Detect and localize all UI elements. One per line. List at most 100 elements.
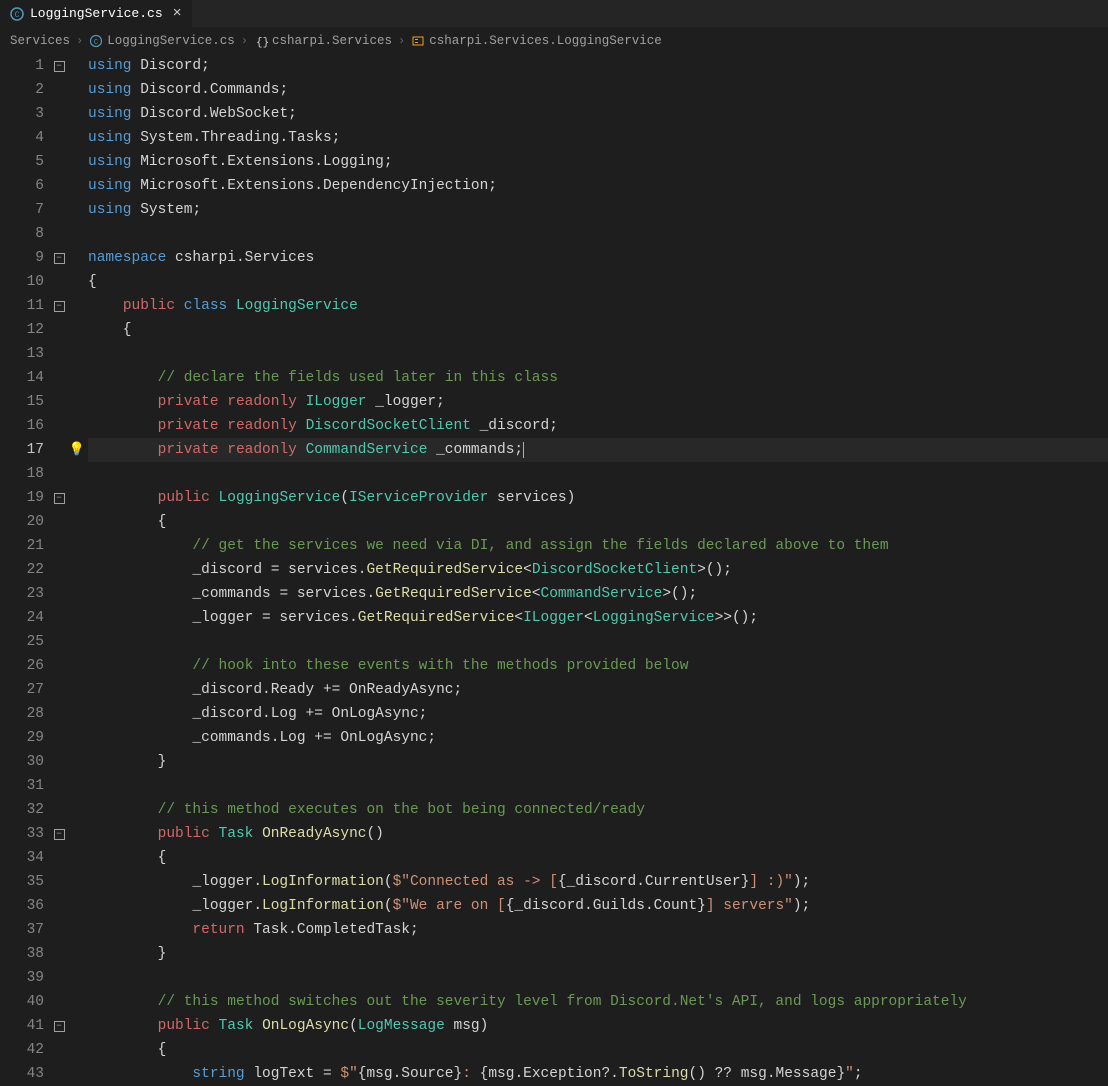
lightbulb-icon[interactable]: 💡 <box>69 438 85 462</box>
code-line[interactable]: string logText = $"{msg.Source}: {msg.Ex… <box>88 1062 1108 1086</box>
line-number: 16 <box>0 414 46 438</box>
breadcrumb-item[interactable]: Services <box>10 34 70 48</box>
code-line[interactable]: _commands = services.GetRequiredService<… <box>88 582 1108 606</box>
hint-cell <box>66 54 88 78</box>
code-line[interactable]: public LoggingService(IServiceProvider s… <box>88 486 1108 510</box>
fold-cell: − <box>52 486 66 510</box>
fold-toggle-icon[interactable]: − <box>54 301 65 312</box>
tab-filename: LoggingService.cs <box>30 6 163 21</box>
code-line[interactable]: { <box>88 510 1108 534</box>
line-number: 20 <box>0 510 46 534</box>
fold-cell: − <box>52 246 66 270</box>
code-line[interactable] <box>88 462 1108 486</box>
code-line[interactable]: public class LoggingService <box>88 294 1108 318</box>
code-line[interactable]: // this method executes on the bot being… <box>88 798 1108 822</box>
code-line[interactable]: } <box>88 750 1108 774</box>
code-line[interactable]: return Task.CompletedTask; <box>88 918 1108 942</box>
editor-area[interactable]: 1234567891011121314151617181920212223242… <box>0 54 1108 1086</box>
fold-cell <box>52 102 66 126</box>
code-content[interactable]: using Discord;using Discord.Commands;usi… <box>88 54 1108 1086</box>
fold-toggle-icon[interactable]: − <box>54 61 65 72</box>
code-line[interactable]: private readonly CommandService _command… <box>88 438 1108 462</box>
code-line[interactable]: { <box>88 1038 1108 1062</box>
csharp-file-icon: C <box>10 7 24 21</box>
fold-toggle-icon[interactable]: − <box>54 829 65 840</box>
code-line[interactable]: { <box>88 270 1108 294</box>
line-number: 15 <box>0 390 46 414</box>
code-line[interactable] <box>88 774 1108 798</box>
hint-cell <box>66 894 88 918</box>
code-line[interactable]: using Discord.Commands; <box>88 78 1108 102</box>
code-line[interactable]: _logger.LogInformation($"We are on [{_di… <box>88 894 1108 918</box>
code-line[interactable]: using System; <box>88 198 1108 222</box>
code-line[interactable] <box>88 630 1108 654</box>
code-line[interactable]: _discord.Log += OnLogAsync; <box>88 702 1108 726</box>
chevron-right-icon: › <box>398 34 405 48</box>
fold-cell <box>52 846 66 870</box>
fold-cell <box>52 918 66 942</box>
fold-cell <box>52 126 66 150</box>
code-line[interactable]: { <box>88 318 1108 342</box>
fold-toggle-icon[interactable]: − <box>54 493 65 504</box>
code-line[interactable]: using System.Threading.Tasks; <box>88 126 1108 150</box>
code-line[interactable]: _discord.Ready += OnReadyAsync; <box>88 678 1108 702</box>
code-line[interactable]: using Microsoft.Extensions.Logging; <box>88 150 1108 174</box>
hint-cell <box>66 1062 88 1086</box>
code-line[interactable]: } <box>88 942 1108 966</box>
hint-cell <box>66 390 88 414</box>
breadcrumb-item[interactable]: C LoggingService.cs <box>89 34 235 48</box>
line-number: 3 <box>0 102 46 126</box>
fold-toggle-icon[interactable]: − <box>54 1021 65 1032</box>
code-line[interactable]: { <box>88 846 1108 870</box>
line-number: 19 <box>0 486 46 510</box>
fold-toggle-icon[interactable]: − <box>54 253 65 264</box>
code-line[interactable]: using Microsoft.Extensions.DependencyInj… <box>88 174 1108 198</box>
fold-cell <box>52 678 66 702</box>
code-line[interactable]: // declare the fields used later in this… <box>88 366 1108 390</box>
hint-cell <box>66 486 88 510</box>
code-line[interactable]: public Task OnReadyAsync() <box>88 822 1108 846</box>
hint-cell: 💡 <box>66 438 88 462</box>
code-line[interactable]: _logger = services.GetRequiredService<IL… <box>88 606 1108 630</box>
file-tab[interactable]: C LoggingService.cs × <box>0 0 192 28</box>
code-line[interactable]: _commands.Log += OnLogAsync; <box>88 726 1108 750</box>
svg-text:C: C <box>94 39 98 47</box>
fold-cell <box>52 990 66 1014</box>
line-number: 7 <box>0 198 46 222</box>
line-number: 43 <box>0 1062 46 1086</box>
hint-cell <box>66 822 88 846</box>
code-line[interactable]: using Discord; <box>88 54 1108 78</box>
code-line[interactable] <box>88 966 1108 990</box>
breadcrumb-item[interactable]: {} csharpi.Services <box>254 34 392 48</box>
tab-bar: C LoggingService.cs × <box>0 0 1108 28</box>
code-line[interactable] <box>88 342 1108 366</box>
namespace-icon: {} <box>254 34 268 48</box>
line-number: 14 <box>0 366 46 390</box>
code-line[interactable]: private readonly ILogger _logger; <box>88 390 1108 414</box>
code-line[interactable]: _discord = services.GetRequiredService<D… <box>88 558 1108 582</box>
fold-cell: − <box>52 1014 66 1038</box>
code-line[interactable]: public Task OnLogAsync(LogMessage msg) <box>88 1014 1108 1038</box>
line-number: 30 <box>0 750 46 774</box>
fold-cell <box>52 150 66 174</box>
fold-cell <box>52 198 66 222</box>
line-number: 22 <box>0 558 46 582</box>
fold-cell <box>52 702 66 726</box>
code-line[interactable]: namespace csharpi.Services <box>88 246 1108 270</box>
code-line[interactable]: _logger.LogInformation($"Connected as ->… <box>88 870 1108 894</box>
hint-cell <box>66 78 88 102</box>
breadcrumb-item[interactable]: csharpi.Services.LoggingService <box>411 34 662 48</box>
hint-cell <box>66 918 88 942</box>
fold-cell <box>52 78 66 102</box>
code-line[interactable]: using Discord.WebSocket; <box>88 102 1108 126</box>
line-number: 31 <box>0 774 46 798</box>
code-line[interactable] <box>88 222 1108 246</box>
fold-cell <box>52 654 66 678</box>
hint-cell <box>66 294 88 318</box>
code-line[interactable]: // hook into these events with the metho… <box>88 654 1108 678</box>
close-icon[interactable]: × <box>173 5 182 22</box>
code-line[interactable]: // get the services we need via DI, and … <box>88 534 1108 558</box>
code-line[interactable]: private readonly DiscordSocketClient _di… <box>88 414 1108 438</box>
fold-cell <box>52 798 66 822</box>
code-line[interactable]: // this method switches out the severity… <box>88 990 1108 1014</box>
